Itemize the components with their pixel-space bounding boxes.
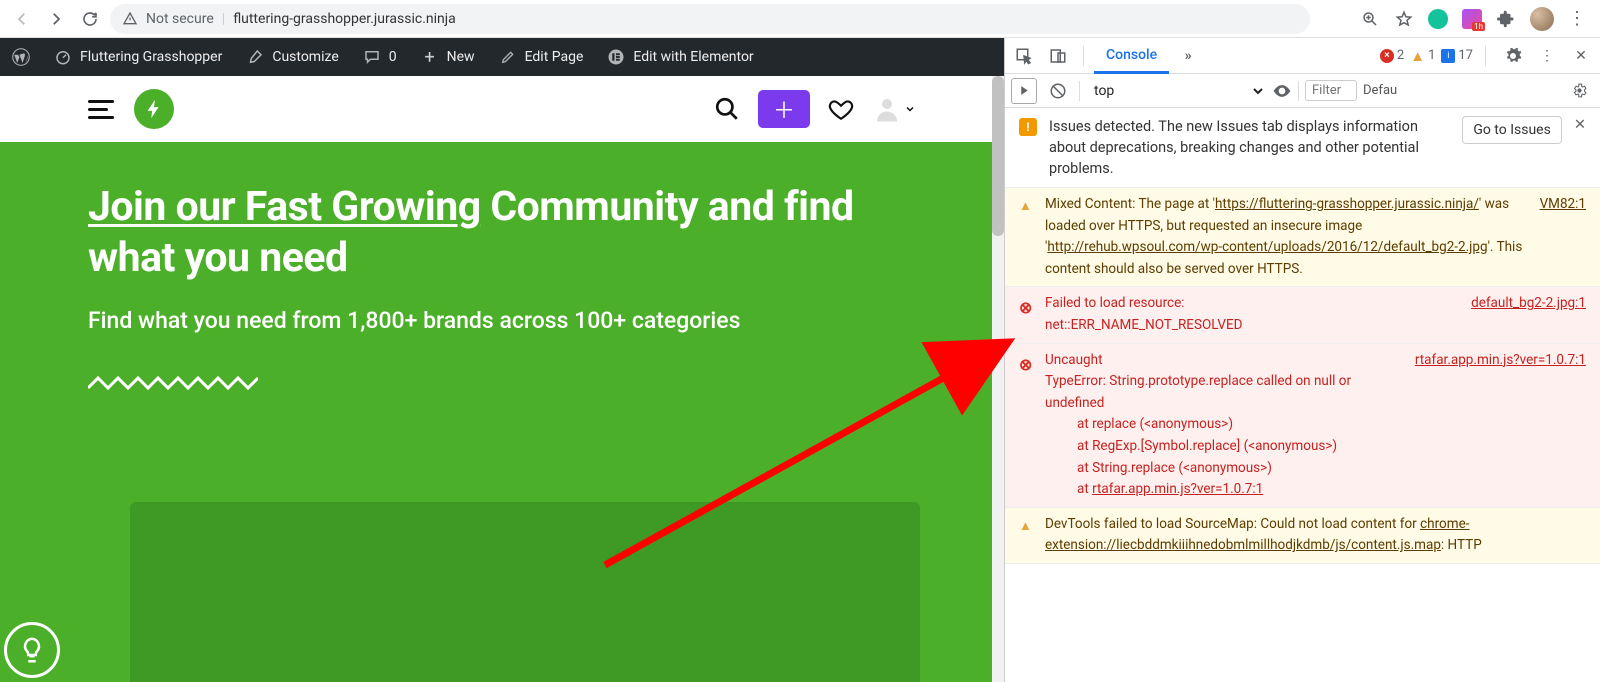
hero-card — [130, 502, 920, 682]
wp-new[interactable]: + New — [409, 38, 487, 76]
log-levels-dropdown[interactable]: Defau — [1363, 83, 1397, 98]
console-source-link[interactable]: default_bg2-2.jpg:1 — [1471, 293, 1586, 315]
add-button[interactable]: ＋ — [758, 90, 810, 128]
wp-edit-page[interactable]: Edit Page — [487, 38, 596, 76]
account-menu[interactable] — [872, 94, 916, 124]
extension-grammarly-icon[interactable] — [1428, 9, 1448, 29]
plus-icon: + — [421, 48, 439, 66]
chevron-down-icon — [904, 103, 916, 115]
console-filter-input[interactable] — [1305, 80, 1357, 101]
warning-icon — [1019, 196, 1035, 218]
settings-gear-icon[interactable] — [1498, 41, 1528, 71]
console-toolbar: top Defau — [1005, 74, 1600, 108]
wp-customize[interactable]: Customize — [234, 38, 350, 76]
pencil-icon — [499, 48, 517, 66]
wp-site-link[interactable]: Fluttering Grasshopper — [42, 38, 234, 76]
issues-banner: ! Issues detected. The new Issues tab di… — [1005, 108, 1600, 188]
url-text: fluttering-grasshopper.jurassic.ninja — [233, 11, 456, 27]
hero-title: Join our Fast Growing Community and find… — [88, 182, 916, 285]
back-button[interactable] — [8, 5, 36, 33]
console-link[interactable]: rtafar.app.min.js?ver=1.0.7:1 — [1092, 481, 1263, 497]
wp-logo[interactable] — [0, 38, 42, 76]
site-header: ＋ — [0, 76, 1004, 142]
hero-section: Join our Fast Growing Community and find… — [0, 142, 1004, 682]
inspect-element-icon[interactable] — [1009, 41, 1039, 71]
live-expression-eye-icon[interactable] — [1272, 81, 1292, 101]
devtools-kebab-icon[interactable]: ⋮ — [1532, 41, 1562, 71]
plus-icon: ＋ — [773, 93, 795, 125]
console-sidebar-toggle[interactable] — [1011, 78, 1037, 104]
elementor-icon — [607, 48, 625, 66]
error-count[interactable]: ×2 — [1380, 48, 1404, 63]
user-icon — [872, 94, 902, 124]
device-toggle-icon[interactable] — [1043, 41, 1073, 71]
zigzag-divider — [88, 376, 916, 392]
help-bubble[interactable] — [4, 622, 60, 678]
go-to-issues-button[interactable]: Go to Issues — [1462, 116, 1562, 144]
bookmark-star-icon[interactable] — [1394, 9, 1414, 29]
console-row[interactable]: Uncaught TypeError: String.prototype.rep… — [1005, 344, 1600, 508]
issues-warning-icon: ! — [1019, 118, 1037, 136]
wp-edit-elementor[interactable]: Edit with Elementor — [595, 38, 765, 76]
chrome-toolbar-icons: 1h ⋮ — [1360, 7, 1592, 31]
menu-toggle[interactable] — [88, 100, 114, 119]
console-link[interactable]: http://rehub.wpsoul.com/wp-content/uploa… — [1047, 239, 1487, 255]
brush-icon — [246, 48, 264, 66]
devtools-close-icon[interactable]: ✕ — [1566, 41, 1596, 71]
gauge-icon — [54, 48, 72, 66]
not-secure-icon — [122, 11, 138, 27]
extension-loom-icon[interactable]: 1h — [1462, 9, 1482, 29]
hero-subtitle: Find what you need from 1,800+ brands ac… — [88, 307, 916, 334]
zoom-icon[interactable] — [1360, 9, 1380, 29]
tab-console[interactable]: Console — [1094, 38, 1169, 74]
browser-chrome-bar: Not secure | fluttering-grasshopper.jura… — [0, 0, 1600, 38]
extensions-icon[interactable] — [1496, 9, 1516, 29]
website-viewport: ＋ Join our Fast Growing Community and fi… — [0, 76, 1004, 682]
devtools-panel: Console » ×2 ▲1 i17 ⋮ ✕ top Defau ! Issu… — [1004, 38, 1600, 682]
address-bar[interactable]: Not secure | fluttering-grasshopper.jura… — [110, 4, 1310, 34]
console-row[interactable]: Failed to load resource: net::ERR_NAME_N… — [1005, 287, 1600, 343]
wishlist-icon[interactable] — [828, 96, 854, 122]
issues-close-icon[interactable]: ✕ — [1574, 116, 1586, 133]
console-link[interactable]: https://fluttering-grasshopper.jurassic.… — [1215, 196, 1479, 212]
console-settings-gear-icon[interactable] — [1564, 76, 1594, 106]
wp-comments[interactable]: 0 — [351, 38, 409, 76]
issues-text: Issues detected. The new Issues tab disp… — [1049, 116, 1450, 179]
context-selector[interactable]: top — [1086, 80, 1266, 102]
lightbulb-icon — [17, 635, 47, 665]
reload-button[interactable] — [76, 5, 104, 33]
site-search-icon[interactable] — [714, 96, 740, 122]
wordpress-icon — [12, 48, 30, 66]
console-row[interactable]: Mixed Content: The page at 'https://flut… — [1005, 188, 1600, 287]
bolt-icon — [143, 98, 165, 120]
info-count[interactable]: i17 — [1441, 48, 1473, 63]
profile-avatar[interactable] — [1530, 7, 1554, 31]
more-tabs-icon[interactable]: » — [1173, 41, 1203, 71]
chrome-menu-icon[interactable]: ⋮ — [1568, 8, 1586, 29]
site-logo[interactable] — [134, 89, 174, 129]
console-body: ! Issues detected. The new Issues tab di… — [1005, 108, 1600, 682]
warning-icon — [1019, 516, 1035, 538]
clear-console-icon[interactable] — [1043, 76, 1073, 106]
security-label: Not secure — [146, 11, 214, 27]
comment-icon — [363, 48, 381, 66]
page-scrollbar[interactable] — [992, 76, 1004, 682]
forward-button[interactable] — [42, 5, 70, 33]
console-row[interactable]: DevTools failed to load SourceMap: Could… — [1005, 508, 1600, 564]
error-icon — [1019, 295, 1035, 321]
console-source-link[interactable]: rtafar.app.min.js?ver=1.0.7:1 — [1415, 350, 1586, 372]
devtools-tabs: Console » ×2 ▲1 i17 ⋮ ✕ — [1005, 38, 1600, 74]
error-icon — [1019, 352, 1035, 378]
warning-count[interactable]: ▲1 — [1410, 47, 1435, 65]
console-source-link[interactable]: VM82:1 — [1540, 194, 1586, 216]
